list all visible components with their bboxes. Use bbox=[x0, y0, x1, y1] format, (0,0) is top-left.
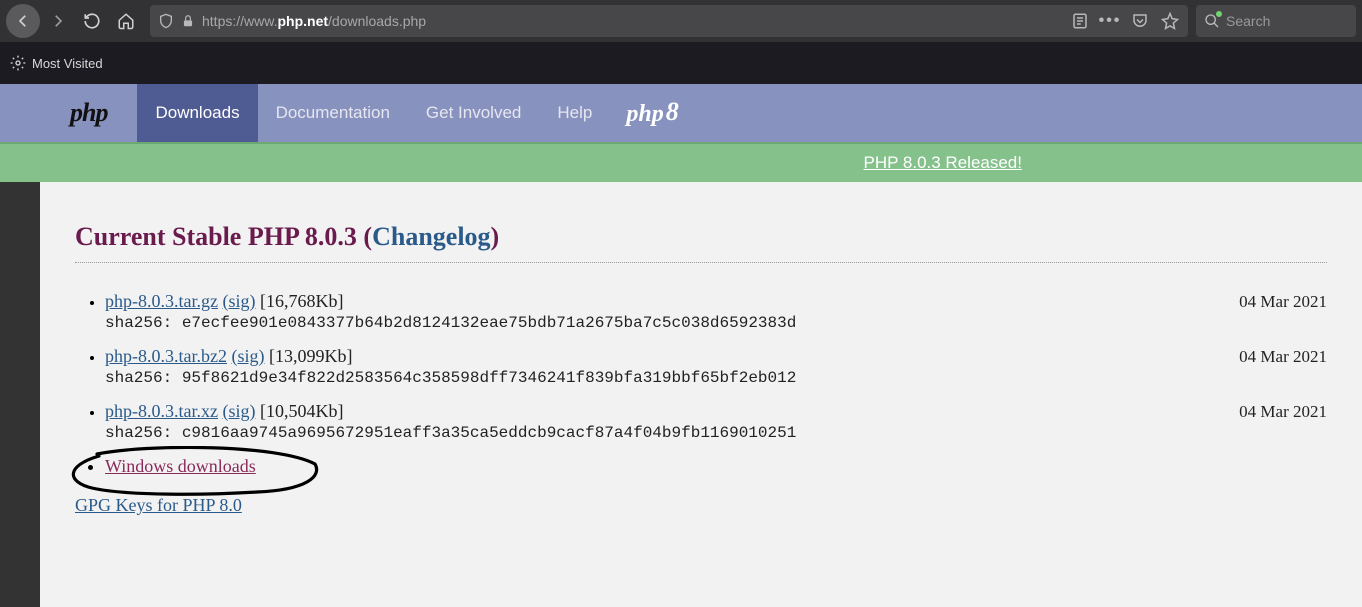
download-file-link[interactable]: php-8.0.3.tar.bz2 bbox=[105, 346, 227, 366]
download-size: [10,504Kb] bbox=[260, 401, 344, 421]
download-file-link[interactable]: php-8.0.3.tar.xz bbox=[105, 401, 218, 421]
gpg-keys: GPG Keys for PHP 8.0 bbox=[75, 495, 1327, 516]
reload-button[interactable] bbox=[76, 5, 108, 37]
shield-icon[interactable] bbox=[158, 13, 174, 29]
nav-get-involved[interactable]: Get Involved bbox=[408, 84, 539, 142]
download-file-link[interactable]: php-8.0.3.tar.gz bbox=[105, 291, 218, 311]
main-content: Current Stable PHP 8.0.3 (Changelog) php… bbox=[40, 182, 1362, 607]
download-sha: sha256: e7ecfee901e0843377b64b2d8124132e… bbox=[105, 314, 1327, 332]
download-size: [13,099Kb] bbox=[269, 346, 353, 366]
search-bar[interactable]: Search bbox=[1196, 5, 1356, 37]
download-item: php-8.0.3.tar.bz2 (sig) [13,099Kb] 04 Ma… bbox=[105, 346, 1327, 387]
announcement-link[interactable]: PHP 8.0.3 Released! bbox=[864, 153, 1022, 173]
forward-button[interactable] bbox=[42, 5, 74, 37]
changelog-link[interactable]: Changelog bbox=[372, 222, 490, 251]
url-text: https://www.php.net/downloads.php bbox=[202, 13, 1064, 29]
download-item: php-8.0.3.tar.xz (sig) [10,504Kb] 04 Mar… bbox=[105, 401, 1327, 442]
download-item: php-8.0.3.tar.gz (sig) [16,768Kb] 04 Mar… bbox=[105, 291, 1327, 332]
left-gutter bbox=[0, 182, 40, 607]
windows-downloads-link[interactable]: Windows downloads bbox=[105, 456, 256, 476]
url-bar[interactable]: https://www.php.net/downloads.php ••• bbox=[150, 5, 1188, 37]
reader-icon[interactable] bbox=[1070, 12, 1090, 30]
section-title: Current Stable PHP 8.0.3 (Changelog) bbox=[75, 222, 1327, 263]
nav-downloads[interactable]: Downloads bbox=[137, 84, 257, 142]
download-date: 04 Mar 2021 bbox=[1239, 402, 1327, 422]
search-placeholder: Search bbox=[1226, 13, 1270, 29]
download-size: [16,768Kb] bbox=[260, 291, 344, 311]
windows-downloads-item: Windows downloads bbox=[105, 456, 1327, 477]
download-sig-link[interactable]: (sig) bbox=[222, 291, 255, 311]
download-sig-link[interactable]: (sig) bbox=[231, 346, 264, 366]
nav-help[interactable]: Help bbox=[539, 84, 610, 142]
page-viewport: php Downloads Documentation Get Involved… bbox=[0, 84, 1362, 607]
home-button[interactable] bbox=[110, 5, 142, 37]
back-button[interactable] bbox=[6, 4, 40, 38]
announcement-bar: PHP 8.0.3 Released! bbox=[0, 142, 1362, 182]
download-sig-link[interactable]: (sig) bbox=[222, 401, 255, 421]
download-date: 04 Mar 2021 bbox=[1239, 347, 1327, 367]
gear-icon[interactable] bbox=[10, 55, 26, 71]
nav-documentation[interactable]: Documentation bbox=[258, 84, 408, 142]
download-sha: sha256: c9816aa9745a9695672951eaff3a35ca… bbox=[105, 424, 1327, 442]
bookmark-most-visited[interactable]: Most Visited bbox=[32, 56, 103, 71]
more-icon[interactable]: ••• bbox=[1100, 12, 1120, 30]
download-sha: sha256: 95f8621d9e34f822d2583564c358598d… bbox=[105, 369, 1327, 387]
bookmarks-bar: Most Visited bbox=[0, 42, 1362, 84]
php8-badge[interactable]: php8 bbox=[626, 98, 678, 128]
gpg-keys-link[interactable]: GPG Keys for PHP 8.0 bbox=[75, 495, 242, 515]
download-list: php-8.0.3.tar.gz (sig) [16,768Kb] 04 Mar… bbox=[75, 291, 1327, 477]
lock-icon[interactable] bbox=[180, 13, 196, 29]
site-nav: php Downloads Documentation Get Involved… bbox=[0, 84, 1362, 142]
download-date: 04 Mar 2021 bbox=[1239, 292, 1327, 312]
star-icon[interactable] bbox=[1160, 12, 1180, 30]
pocket-icon[interactable] bbox=[1130, 12, 1150, 30]
browser-toolbar: https://www.php.net/downloads.php ••• Se… bbox=[0, 0, 1362, 42]
search-icon bbox=[1204, 13, 1220, 29]
php-logo[interactable]: php bbox=[70, 98, 107, 128]
url-actions: ••• bbox=[1070, 12, 1180, 30]
